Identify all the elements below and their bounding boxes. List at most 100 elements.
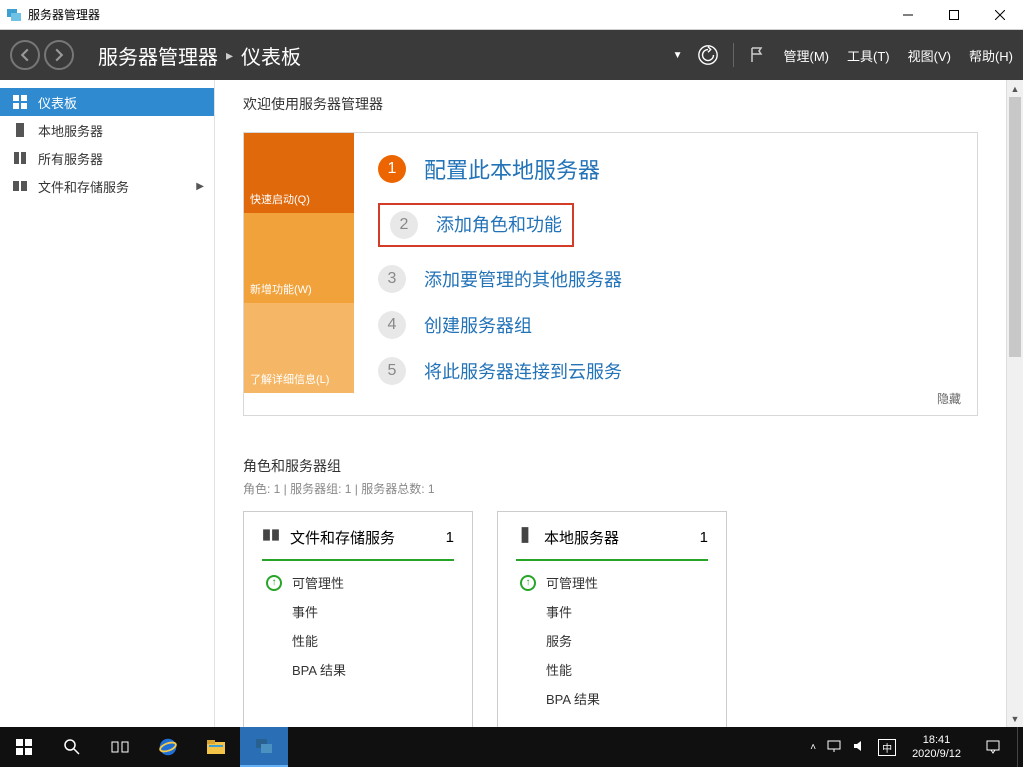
breadcrumb: 服务器管理器 ▸ 仪表板 <box>98 41 301 70</box>
sidebar-item-file-storage[interactable]: 文件和存储服务 ▶ <box>0 172 214 200</box>
tile-separator <box>262 559 454 561</box>
quick-left-learnmore[interactable]: 了解详细信息(L) <box>244 303 354 393</box>
tile-row-performance[interactable]: 性能 <box>262 631 454 650</box>
quick-left-label: 快速启动(Q) <box>250 191 310 207</box>
menu-manage[interactable]: 管理(M) <box>784 46 830 65</box>
tile-row-label: 可管理性 <box>546 573 598 592</box>
breadcrumb-separator-icon: ▸ <box>226 47 233 64</box>
scroll-thumb[interactable] <box>1009 97 1021 357</box>
maximize-button[interactable] <box>931 0 977 30</box>
tile-row-manageability[interactable]: ↑ 可管理性 <box>262 573 454 592</box>
flag-icon[interactable] <box>748 46 766 64</box>
chevron-right-icon: ▶ <box>196 181 204 192</box>
step-label: 添加角色和功能 <box>436 211 562 239</box>
network-icon[interactable] <box>826 738 842 757</box>
titlebar: 服务器管理器 <box>0 0 1023 30</box>
tile-row-label: 事件 <box>546 602 572 621</box>
taskbar-server-manager[interactable] <box>240 727 288 767</box>
sidebar-item-label: 本地服务器 <box>38 121 103 140</box>
tile-file-storage[interactable]: 文件和存储服务 1 ↑ 可管理性 事件 性能 BPA 结果 <box>243 511 473 727</box>
step-number-icon: 2 <box>390 211 418 239</box>
step-add-roles[interactable]: 2 添加角色和功能 <box>378 203 953 247</box>
hide-link[interactable]: 隐藏 <box>937 390 961 407</box>
server-icon <box>12 122 28 138</box>
taskbar-clock[interactable]: 18:41 2020/9/12 <box>904 733 969 761</box>
tile-count: 1 <box>700 529 708 546</box>
step-connect-cloud[interactable]: 5 将此服务器连接到云服务 <box>378 357 953 385</box>
tile-row-events[interactable]: 事件 <box>516 602 708 621</box>
sidebar: 仪表板 本地服务器 所有服务器 文件和存储服务 ▶ <box>0 80 215 727</box>
storage-icon <box>12 178 28 194</box>
tile-row-services[interactable]: 服务 <box>516 631 708 650</box>
step-add-servers[interactable]: 3 添加要管理的其他服务器 <box>378 265 953 293</box>
notifications-button[interactable] <box>969 727 1017 767</box>
welcome-heading: 欢迎使用服务器管理器 <box>243 94 995 114</box>
tray-chevron-up-icon[interactable]: ˄ <box>810 742 816 753</box>
arrow-up-circle-icon: ↑ <box>266 575 282 591</box>
sidebar-item-label: 所有服务器 <box>38 149 103 168</box>
tile-row-label: 服务 <box>546 631 572 650</box>
scroll-down-icon[interactable]: ▼ <box>1007 710 1023 727</box>
show-desktop-button[interactable] <box>1017 727 1023 767</box>
tile-separator <box>516 559 708 561</box>
storage-icon <box>262 526 280 549</box>
menu-help[interactable]: 帮助(H) <box>969 46 1013 65</box>
dropdown-caret-icon[interactable]: ▼ <box>673 50 683 61</box>
refresh-button[interactable] <box>697 44 719 66</box>
tile-title: 文件和存储服务 <box>290 527 436 548</box>
volume-icon[interactable] <box>852 738 868 757</box>
sidebar-item-label: 仪表板 <box>38 93 77 112</box>
app-icon <box>6 7 22 23</box>
menu-tools[interactable]: 工具(T) <box>847 46 890 65</box>
scrollbar[interactable]: ▲ ▼ <box>1006 80 1023 727</box>
quick-left-whatsnew[interactable]: 新增功能(W) <box>244 213 354 303</box>
quick-left-quickstart[interactable]: 快速启动(Q) <box>244 133 354 213</box>
quick-start-block: 快速启动(Q) 新增功能(W) 了解详细信息(L) 1 配置此本地服务器 2 添… <box>243 132 978 416</box>
tile-local-server[interactable]: 本地服务器 1 ↑ 可管理性 事件 服务 性能 BPA 结果 <box>497 511 727 727</box>
tile-row-label: 事件 <box>292 602 318 621</box>
roles-heading: 角色和服务器组 <box>243 456 978 476</box>
tile-row-bpa[interactable]: BPA 结果 <box>262 660 454 679</box>
nav-forward-button[interactable] <box>44 40 74 70</box>
scroll-up-icon[interactable]: ▲ <box>1007 80 1023 97</box>
step-label: 添加要管理的其他服务器 <box>424 266 622 292</box>
breadcrumb-app: 服务器管理器 <box>98 41 218 70</box>
task-view-button[interactable] <box>96 727 144 767</box>
tile-count: 1 <box>446 529 454 546</box>
clock-date: 2020/9/12 <box>912 747 961 761</box>
tile-row-label: BPA 结果 <box>292 660 346 679</box>
arrow-up-circle-icon: ↑ <box>520 575 536 591</box>
taskbar-ie[interactable] <box>144 727 192 767</box>
sidebar-item-all-servers[interactable]: 所有服务器 <box>0 144 214 172</box>
tile-row-label: 性能 <box>292 631 318 650</box>
breadcrumb-page: 仪表板 <box>241 41 301 70</box>
step-label: 配置此本地服务器 <box>424 153 600 185</box>
quick-left-label: 新增功能(W) <box>250 281 312 297</box>
window-title: 服务器管理器 <box>28 6 100 23</box>
step-label: 创建服务器组 <box>424 312 532 338</box>
tile-row-label: BPA 结果 <box>546 689 600 708</box>
search-button[interactable] <box>48 727 96 767</box>
ime-indicator[interactable]: 中 <box>878 739 896 756</box>
tile-row-bpa[interactable]: BPA 结果 <box>516 689 708 708</box>
header-bar: 服务器管理器 ▸ 仪表板 ▼ 管理(M) 工具(T) 视图(V) 帮助(H) <box>0 30 1023 80</box>
tile-row-performance[interactable]: 性能 <box>516 660 708 679</box>
sidebar-item-dashboard[interactable]: 仪表板 <box>0 88 214 116</box>
menu-view[interactable]: 视图(V) <box>908 46 951 65</box>
sidebar-item-label: 文件和存储服务 <box>38 177 129 196</box>
clock-time: 18:41 <box>912 733 961 747</box>
close-button[interactable] <box>977 0 1023 30</box>
tile-row-manageability[interactable]: ↑ 可管理性 <box>516 573 708 592</box>
step-create-group[interactable]: 4 创建服务器组 <box>378 311 953 339</box>
step-number-icon: 4 <box>378 311 406 339</box>
step-label: 将此服务器连接到云服务 <box>424 358 622 384</box>
nav-back-button[interactable] <box>10 40 40 70</box>
step-configure-local[interactable]: 1 配置此本地服务器 <box>378 153 953 185</box>
start-button[interactable] <box>0 727 48 767</box>
taskbar-explorer[interactable] <box>192 727 240 767</box>
minimize-button[interactable] <box>885 0 931 30</box>
main-content: 欢迎使用服务器管理器 快速启动(Q) 新增功能(W) 了解详细信息(L) 1 配… <box>215 80 1023 727</box>
sidebar-item-local-server[interactable]: 本地服务器 <box>0 116 214 144</box>
step-number-icon: 3 <box>378 265 406 293</box>
tile-row-events[interactable]: 事件 <box>262 602 454 621</box>
